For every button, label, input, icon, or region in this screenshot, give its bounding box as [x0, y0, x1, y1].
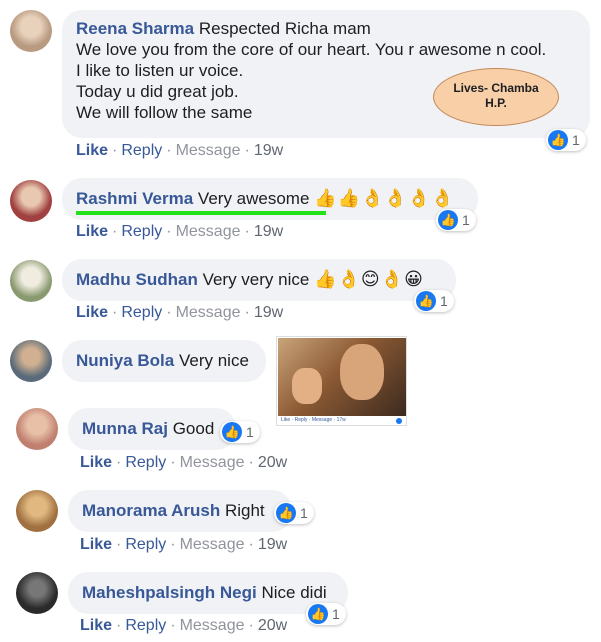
comment-bubble: Manorama Arush Right [68, 490, 292, 532]
reaction-count[interactable]: 👍 1 [274, 502, 314, 524]
timestamp[interactable]: 20w [258, 454, 287, 471]
thumbs-up-icon: 👍 [548, 130, 568, 150]
reply-link[interactable]: Reply [121, 142, 162, 159]
comment-bubble: Munna Raj Good [68, 408, 236, 450]
comment-bubble: Maheshpalsingh Negi Nice didi [68, 572, 348, 614]
green-highlight-underline [76, 211, 326, 215]
reply-link[interactable]: Reply [121, 304, 162, 321]
avatar[interactable] [16, 490, 58, 532]
emoji-string: 👍👌😊👌😀 [314, 269, 424, 289]
thumbs-up-icon: 👍 [416, 291, 436, 311]
comment-text: Very very nice [202, 270, 310, 289]
reaction-number: 1 [300, 505, 308, 521]
timestamp[interactable]: 19w [258, 536, 287, 553]
reply-link[interactable]: Reply [125, 536, 166, 553]
reaction-number: 1 [440, 293, 448, 309]
avatar[interactable] [16, 572, 58, 614]
message-link[interactable]: Message [180, 617, 245, 634]
comment-actions: Like · Reply · Message · 20w [80, 617, 288, 634]
reaction-number: 1 [246, 424, 254, 440]
like-link[interactable]: Like [76, 304, 108, 321]
comment-actions: Like · Reply · Message · 19w [76, 142, 284, 159]
reply-link[interactable]: Reply [125, 617, 166, 634]
reply-link[interactable]: Reply [125, 454, 166, 471]
commenter-name[interactable]: Rashmi Verma [76, 189, 193, 208]
message-link[interactable]: Message [180, 536, 245, 553]
comment-text: We love you from the core of our heart. … [76, 40, 547, 59]
message-link[interactable]: Message [176, 223, 241, 240]
avatar[interactable] [16, 408, 58, 450]
commenter-name[interactable]: Nuniya Bola [76, 351, 174, 370]
timestamp[interactable]: 20w [258, 617, 287, 634]
avatar[interactable] [10, 180, 52, 222]
like-link[interactable]: Like [76, 142, 108, 159]
avatar[interactable] [10, 340, 52, 382]
timestamp[interactable]: 19w [254, 223, 283, 240]
timestamp[interactable]: 19w [254, 304, 283, 321]
comment-text: Very awesome [197, 189, 310, 208]
reaction-count[interactable]: 👍 1 [220, 421, 260, 443]
comment-text: Respected Richa mam [198, 19, 371, 38]
reaction-number: 1 [462, 212, 470, 228]
ok-hand-shape [292, 368, 322, 404]
annotation-line: H.P. [485, 96, 507, 110]
message-link[interactable]: Message [176, 142, 241, 159]
annotation-line: Lives- Chamba [453, 81, 539, 95]
gif-image [278, 338, 406, 416]
comment-actions: Like · Reply · Message · 19w [76, 223, 284, 240]
comment-bubble: Nuniya Bola Very nice [62, 340, 266, 382]
avatar[interactable] [10, 260, 52, 302]
reaction-number: 1 [332, 606, 340, 622]
avatar[interactable] [10, 10, 52, 52]
reaction-count[interactable]: 👍 1 [306, 603, 346, 625]
face-shape [340, 344, 384, 400]
like-link[interactable]: Like [80, 536, 112, 553]
thumbs-up-icon: 👍 [276, 503, 296, 523]
reaction-count[interactable]: 👍 1 [436, 209, 476, 231]
reply-link[interactable]: Reply [121, 223, 162, 240]
timestamp[interactable]: 19w [254, 142, 283, 159]
comment-text: Very nice [178, 351, 249, 370]
thumbs-up-icon: 👍 [438, 210, 458, 230]
commenter-name[interactable]: Munna Raj [82, 419, 168, 438]
like-link[interactable]: Like [80, 617, 112, 634]
comment-text: Right [224, 501, 265, 520]
thumbs-up-icon [396, 418, 402, 424]
message-link[interactable]: Message [180, 454, 245, 471]
commenter-name[interactable]: Maheshpalsingh Negi [82, 583, 257, 602]
reaction-count[interactable]: 👍 1 [414, 290, 454, 312]
comment-actions: Like · Reply · Message · 20w [80, 454, 288, 471]
commenter-name[interactable]: Reena Sharma [76, 19, 194, 38]
commenter-name[interactable]: Madhu Sudhan [76, 270, 198, 289]
thumbs-up-icon: 👍 [308, 604, 328, 624]
emoji-string: 👍👍👌👌👌👌 [314, 188, 455, 208]
comment-text: Nice didi [261, 583, 327, 602]
commenter-name[interactable]: Manorama Arush [82, 501, 220, 520]
like-link[interactable]: Like [80, 454, 112, 471]
comment-actions: Like · Reply · Message · 19w [76, 304, 284, 321]
comment-bubble: Madhu Sudhan Very very nice 👍👌😊👌😀 [62, 259, 456, 301]
gif-caption: Like · Reply · Message · 17w [281, 417, 346, 423]
gif-attachment[interactable]: Like · Reply · Message · 17w [276, 336, 407, 426]
thumbs-up-icon: 👍 [222, 422, 242, 442]
reaction-count[interactable]: 👍 1 [546, 129, 586, 151]
like-link[interactable]: Like [76, 223, 108, 240]
comment-actions: Like · Reply · Message · 19w [80, 536, 288, 553]
reaction-number: 1 [572, 132, 580, 148]
comment-text: Good [172, 419, 215, 438]
message-link[interactable]: Message [176, 304, 241, 321]
location-annotation: Lives- Chamba H.P. [433, 68, 559, 126]
